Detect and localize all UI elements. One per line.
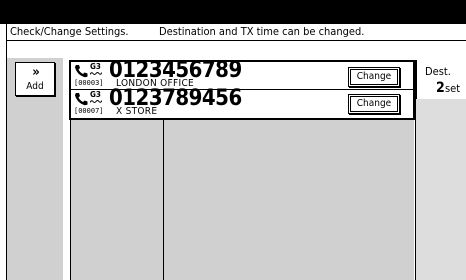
message-bar: Check/Change Settings. Destination and T… [6,24,466,41]
dest-count-unit: set [445,82,461,95]
change-button[interactable]: Change [348,94,400,114]
change-button[interactable]: Change [348,67,400,87]
double-chevron-right-icon: » [32,65,40,80]
destination-code: [00003] [74,79,104,87]
top-bar [0,0,466,24]
destination-row[interactable]: G3 0123789456 [00007] X STORE Change [71,87,413,118]
destination-count-panel: Dest. 2 set [416,60,466,99]
add-button-label: Add [26,81,44,92]
tilde-wave-icon [90,100,102,103]
divider [163,120,164,280]
dest-count-label: Dest. [425,65,451,78]
destination-list: G3 0123456789 [00003] LONDON OFFICE Chan… [69,59,415,120]
dest-count-number: 2 [436,80,445,96]
instruction-text: Check/Change Settings. [10,25,129,38]
info-text: Destination and TX time can be changed. [159,25,365,38]
line-type-label: G3 [90,62,101,71]
right-pattern-area [415,99,466,280]
add-destination-button[interactable]: » Add [15,62,55,96]
line-type-label: G3 [90,90,101,99]
tilde-wave-icon [90,72,102,75]
empty-list-area [70,120,414,280]
destination-name: X STORE [116,106,158,117]
destination-code: [00007] [74,107,104,115]
